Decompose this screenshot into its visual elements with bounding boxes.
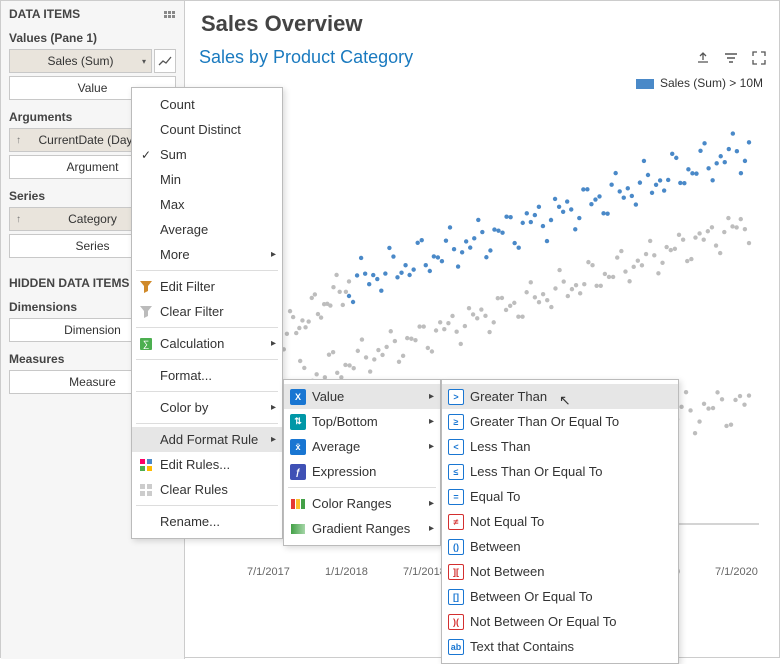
menu-item-color-ranges[interactable]: Color Ranges▸ <box>284 491 440 516</box>
top-bottom-icon: ⇅ <box>290 414 306 430</box>
menu-item-not-between[interactable]: ][Not Between <box>442 559 678 584</box>
menu-item-greater-than[interactable]: >Greater Than <box>442 384 678 409</box>
x-tick-label: 7/1/2020 <box>715 566 758 578</box>
menu-item-add-format-rule[interactable]: Add Format Rule▸ <box>132 427 282 452</box>
menu-separator <box>136 505 278 506</box>
text-contains-icon: ab <box>448 639 464 655</box>
menu-item-color-by[interactable]: Color by▸ <box>132 395 282 420</box>
menu-item-gte[interactable]: ≥Greater Than Or Equal To <box>442 409 678 434</box>
menu-separator <box>288 487 436 488</box>
x-tick-label: 1/1/2018 <box>325 566 368 578</box>
between-eq-icon: [] <box>448 589 464 605</box>
gradient-ranges-icon <box>290 521 306 537</box>
panel-options-icon[interactable] <box>162 7 176 21</box>
menu-item-max[interactable]: Max <box>132 192 282 217</box>
panel-header: DATA ITEMS <box>9 7 80 21</box>
color-ranges-icon <box>290 496 306 512</box>
chevron-right-icon: ▸ <box>429 441 434 452</box>
funnel-clear-icon <box>138 304 154 320</box>
menu-item-min[interactable]: Min <box>132 167 282 192</box>
menu-item-count[interactable]: Count <box>132 92 282 117</box>
sort-asc-icon: ↑ <box>16 135 21 146</box>
chart-legend: Sales (Sum) > 10M <box>199 76 763 90</box>
eq-icon: = <box>448 489 464 505</box>
menu-item-between-eq[interactable]: []Between Or Equal To <box>442 584 678 609</box>
lt-icon: < <box>448 439 464 455</box>
format-rule-type-menu: XValue▸ ⇅Top/Bottom▸ x̄Average▸ ƒExpress… <box>283 379 441 546</box>
menu-item-edit-rules[interactable]: Edit Rules... <box>132 452 282 477</box>
lte-icon: ≤ <box>448 464 464 480</box>
function-icon: ƒ <box>290 464 306 480</box>
menu-item-between[interactable]: ()Between <box>442 534 678 559</box>
gte-icon: ≥ <box>448 414 464 430</box>
menu-item-clear-rules[interactable]: Clear Rules <box>132 477 282 502</box>
menu-item-count-distinct[interactable]: Count Distinct <box>132 117 282 142</box>
menu-item-expression[interactable]: ƒExpression <box>284 459 440 484</box>
calculator-icon: ∑ <box>138 336 154 352</box>
menu-item-text-contains[interactable]: abText that Contains <box>442 634 678 659</box>
menu-item-lte[interactable]: ≤Less Than Or Equal To <box>442 459 678 484</box>
menu-item-not-between-eq[interactable]: )(Not Between Or Equal To <box>442 609 678 634</box>
menu-separator <box>136 270 278 271</box>
menu-item-equal[interactable]: =Equal To <box>442 484 678 509</box>
chart-type-icon[interactable] <box>154 49 176 73</box>
menu-separator <box>136 327 278 328</box>
chevron-right-icon: ▸ <box>271 434 276 445</box>
menu-item-not-equal[interactable]: ≠Not Equal To <box>442 509 678 534</box>
chevron-right-icon: ▸ <box>429 523 434 534</box>
menu-item-more[interactable]: More▸ <box>132 242 282 267</box>
check-icon: ✓ <box>141 148 151 162</box>
value-x-icon: X <box>290 389 306 405</box>
neq-icon: ≠ <box>448 514 464 530</box>
between-icon: () <box>448 539 464 555</box>
menu-separator <box>136 359 278 360</box>
menu-item-gradient-ranges[interactable]: Gradient Ranges▸ <box>284 516 440 541</box>
menu-item-top-bottom[interactable]: ⇅Top/Bottom▸ <box>284 409 440 434</box>
gt-icon: > <box>448 389 464 405</box>
aggregate-context-menu: Count Count Distinct ✓Sum Min Max Averag… <box>131 87 283 539</box>
not-between-icon: ][ <box>448 564 464 580</box>
chevron-right-icon: ▸ <box>429 416 434 427</box>
chevron-down-icon: ▾ <box>142 57 146 66</box>
chevron-right-icon: ▸ <box>429 391 434 402</box>
menu-separator <box>136 391 278 392</box>
menu-item-clear-filter[interactable]: Clear Filter <box>132 299 282 324</box>
menu-item-average[interactable]: x̄Average▸ <box>284 434 440 459</box>
chevron-right-icon: ▸ <box>429 498 434 509</box>
chevron-right-icon: ▸ <box>271 338 276 349</box>
menu-item-less-than[interactable]: <Less Than <box>442 434 678 459</box>
rules-clear-icon <box>138 482 154 498</box>
menu-item-value[interactable]: XValue▸ <box>284 384 440 409</box>
funnel-edit-icon <box>138 279 154 295</box>
not-between-eq-icon: )( <box>448 614 464 630</box>
sort-asc-icon: ↑ <box>16 214 21 225</box>
chart-title: Sales by Product Category <box>199 47 413 68</box>
average-xbar-icon: x̄ <box>290 439 306 455</box>
x-tick-label: 7/1/2018 <box>403 566 446 578</box>
menu-item-rename[interactable]: Rename... <box>132 509 282 534</box>
chevron-right-icon: ▸ <box>271 402 276 413</box>
maximize-icon[interactable] <box>751 50 767 66</box>
svg-text:∑: ∑ <box>143 339 149 349</box>
page-title: Sales Overview <box>201 11 767 37</box>
value-pill-sales[interactable]: Sales (Sum) ▾ <box>9 49 152 73</box>
menu-item-sum[interactable]: ✓Sum <box>132 142 282 167</box>
menu-separator <box>136 423 278 424</box>
values-section-label: Values (Pane 1) <box>9 31 176 45</box>
menu-item-calculation[interactable]: ∑Calculation▸ <box>132 331 282 356</box>
menu-item-average[interactable]: Average <box>132 217 282 242</box>
filter-list-icon[interactable] <box>723 50 739 66</box>
rules-grid-icon <box>138 457 154 473</box>
menu-item-format[interactable]: Format... <box>132 363 282 388</box>
x-tick-label: 7/1/2017 <box>247 566 290 578</box>
value-condition-menu: >Greater Than ≥Greater Than Or Equal To … <box>441 379 679 664</box>
legend-swatch <box>636 79 654 89</box>
chevron-right-icon: ▸ <box>271 249 276 260</box>
menu-item-edit-filter[interactable]: Edit Filter <box>132 274 282 299</box>
export-icon[interactable] <box>695 50 711 66</box>
